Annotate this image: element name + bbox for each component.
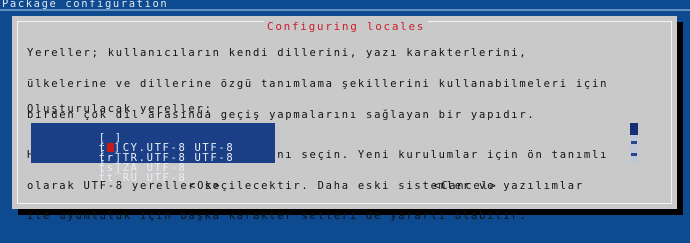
- locale-option[interactable]: [] tr_TR.UTF-8 UTF-8: [35, 133, 234, 164]
- locale-option[interactable]: [ ] tr_CY.UTF-8 UTF-8: [35, 123, 234, 154]
- list-scrollbar[interactable]: [630, 123, 638, 163]
- locale-option[interactable]: [ ] ts_ZA UTF-8: [35, 143, 234, 174]
- locale-list[interactable]: [ ] tr_CY.UTF-8 UTF-8 [] tr_TR.UTF-8 UTF…: [31, 123, 275, 184]
- window-title: Package configuration: [2, 0, 169, 10]
- ok-button[interactable]: <Ok>: [189, 180, 221, 192]
- description-line: Yereller; kullanıcıların kendi dillerini…: [27, 47, 528, 60]
- description-line: ile uyumluluk için başka karakter setler…: [27, 210, 528, 223]
- scrollbar-thumb[interactable]: [630, 123, 638, 135]
- description-line: ülkelerine ve dillerine özgü tanımlama ş…: [27, 78, 609, 91]
- cancel-button[interactable]: <Cancel>: [433, 180, 498, 192]
- scrollbar-marker: [631, 153, 637, 156]
- title-rule: [0, 9, 690, 11]
- locale-dialog: Configuring locales Yereller; kullanıcıl…: [12, 16, 677, 222]
- locale-label: tt_RU UTF-8: [98, 172, 187, 184]
- scrollbar-marker: [631, 141, 637, 144]
- locale-option[interactable]: [ ] tt_RU UTF-8: [35, 153, 234, 184]
- locale-list-label: Oluşturulacak yereller:: [27, 103, 213, 115]
